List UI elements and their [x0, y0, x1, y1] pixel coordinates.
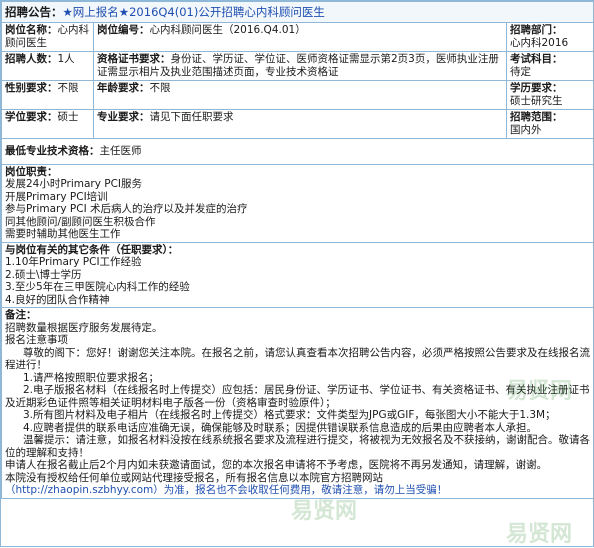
- degree-label: 学位要求：: [5, 111, 58, 123]
- note-line: （http://zhaopin.szbhyy.com）为准，报名也不会收取任何费…: [5, 484, 590, 497]
- dept-value: 心内科2016: [510, 36, 569, 49]
- duties-item: 需要时辅助其他医生工作: [5, 228, 121, 240]
- dept-label: 招聘部门：: [510, 24, 563, 36]
- edu-cell: 学历要求： 硕士研究生: [505, 80, 594, 110]
- scope-label: 招聘范围：: [510, 111, 563, 123]
- note-line: 3.所有图片材料及电子相片（在线报名时上传提交）格式要求：文件类型为JPG或GI…: [5, 409, 590, 422]
- note-line-text: 3.所有图片材料及电子相片（在线报名时上传提交）格式要求：文件类型为JPG或GI…: [23, 409, 556, 421]
- major-label: 专业要求：: [97, 111, 150, 123]
- age-cell: 年龄要求：不限: [93, 80, 507, 110]
- notes-cell: 备注： 招聘数量根据医疗服务发展待定。 报名注意事项 尊敬的阁下：您好！谢谢您关…: [0, 307, 594, 499]
- note-line: 招聘数量根据医疗服务发展待定。: [5, 321, 163, 334]
- note-line-text: 尊敬的阁下：您好！谢谢您关注本院。在报名之前，请您认真查看本次招聘公告内容，必须…: [5, 346, 590, 372]
- edu-label: 学历要求：: [510, 82, 563, 94]
- exam-cell: 考试科目： 待定: [505, 51, 594, 81]
- note-line-text: 2.电子版报名材料（在线报名时上传提交）应包括：居民身份证、学历证书、学位证书、…: [5, 384, 590, 409]
- count-cell: 招聘人数：1人: [1, 51, 94, 81]
- age-value: 不限: [149, 82, 171, 94]
- position-code-value: 心内科顾问医生（2016.Q4.01）: [149, 24, 306, 36]
- exam-label: 考试科目：: [510, 53, 563, 65]
- duties-item: 参与Primary PCI 术后病人的治疗以及并发症的治疗: [5, 203, 248, 215]
- gender-cell: 性别要求：不限: [1, 80, 94, 110]
- note-line: 1.请严格按照职位要求报名；: [5, 372, 590, 385]
- major-cell: 专业要求：请见下面任职要求: [93, 109, 507, 139]
- cert-cell: 资格证书要求：身份证、学历证、学位证、医师资格证需显示第2页3页，医师执业注册证…: [93, 51, 507, 81]
- duties-item: 发展24小时Primary PCI服务: [5, 178, 143, 190]
- recruitment-notice: 招聘公告：★网上报名★2016Q4(01)公开招聘心内科顾问医生 岗位名称：心内…: [0, 0, 594, 547]
- gender-label: 性别要求：: [5, 82, 58, 94]
- note-line-text: 4.应聘者提供的联系电话应准确无误，确保能够及时联系；因提供错误联系信息造成的后…: [23, 421, 538, 434]
- position-name-label: 岗位名称：: [5, 24, 58, 36]
- notice-title-link[interactable]: ★网上报名★2016Q4(01)公开招聘心内科顾问医生: [63, 5, 325, 19]
- degree-cell: 学位要求：硕士: [1, 109, 94, 139]
- duties-item: 开展Primary PCI培训: [5, 190, 108, 203]
- count-value: 1人: [57, 53, 75, 65]
- conditions-cell: 与岗位有关的其它条件（任职要求）： 1.10年Primary PCI工作经验 2…: [0, 241, 594, 308]
- tech-title-cell: 最低专业技术资格：主任医师: [0, 138, 594, 165]
- note-line: 2.电子版报名材料（在线报名时上传提交）应包括：居民身份证、学历证书、学位证书、…: [5, 384, 590, 409]
- tech-title-value: 主任医师: [99, 145, 142, 157]
- condition-item: 3.至少5年在三甲医院心内科工作的经验: [5, 281, 190, 293]
- cert-label: 资格证书要求：: [97, 53, 171, 65]
- degree-value: 硕士: [57, 111, 79, 123]
- notice-header: 招聘公告：★网上报名★2016Q4(01)公开招聘心内科顾问医生: [0, 1, 594, 23]
- note-line: 温馨提示：请注意，如报名材料没按在线系统报名要求及流程进行提交，将被视为无效报名…: [5, 434, 590, 459]
- scope-cell: 招聘范围： 国内外: [505, 109, 594, 139]
- conditions-label: 与岗位有关的其它条件（任职要求）：: [5, 243, 179, 256]
- count-label: 招聘人数：: [5, 53, 58, 65]
- position-code-cell: 岗位编号：心内科顾问医生（2016.Q4.01）: [93, 22, 507, 52]
- gender-value: 不限: [57, 82, 79, 94]
- notes-label: 备注：: [5, 309, 37, 321]
- exam-value: 待定: [510, 65, 531, 78]
- note-line: 本院没有授权给任何单位或网站代理接受报名，所有报名信息以本院官方招聘网站: [5, 471, 383, 484]
- note-line: 报名注意事项: [5, 334, 68, 346]
- condition-item: 2.硕士\博士学历: [5, 268, 82, 281]
- dept-cell: 招聘部门： 心内科2016: [505, 22, 594, 52]
- notice-header-label: 招聘公告：: [5, 5, 63, 19]
- major-value: 请见下面任职要求: [149, 111, 234, 123]
- edu-value: 硕士研究生: [510, 94, 563, 107]
- duties-label: 岗位职责：: [5, 165, 58, 178]
- tech-title-label: 最低专业技术资格：: [5, 145, 100, 157]
- position-code-label: 岗位编号：: [97, 24, 150, 36]
- note-line: 4.应聘者提供的联系电话应准确无误，确保能够及时联系；因提供错误联系信息造成的后…: [5, 422, 590, 435]
- duties-item: 同其他顾问/副顾问医生积极合作: [5, 215, 156, 228]
- condition-item: 1.10年Primary PCI工作经验: [5, 256, 142, 268]
- duties-cell: 岗位职责： 发展24小时Primary PCI服务 开展Primary PCI培…: [0, 163, 594, 243]
- notice-table: 招聘公告：★网上报名★2016Q4(01)公开招聘心内科顾问医生 岗位名称：心内…: [0, 1, 594, 499]
- note-line-text: 温馨提示：请注意，如报名材料没按在线系统报名要求及流程进行提交，将被视为无效报名…: [5, 434, 590, 459]
- position-name-cell: 岗位名称：心内科顾问医生: [1, 22, 94, 52]
- note-line-text: 1.请严格按照职位要求报名；: [23, 371, 160, 384]
- recruit-site-link[interactable]: （http://zhaopin.szbhyy.com）为准，报名也不会收取任何费…: [5, 484, 447, 496]
- scope-value: 国内外: [510, 123, 542, 136]
- condition-item: 4.良好的团队合作精神: [5, 293, 110, 306]
- watermark-logo: 易贤网: [506, 522, 573, 547]
- age-label: 年龄要求：: [97, 82, 150, 94]
- note-line: 尊敬的阁下：您好！谢谢您关注本院。在报名之前，请您认真查看本次招聘公告内容，必须…: [5, 347, 590, 372]
- note-line: 申请人在报名截止后2个月内如未获邀请面试，您的本次报名申请将不予考虑，医院将不再…: [5, 459, 548, 471]
